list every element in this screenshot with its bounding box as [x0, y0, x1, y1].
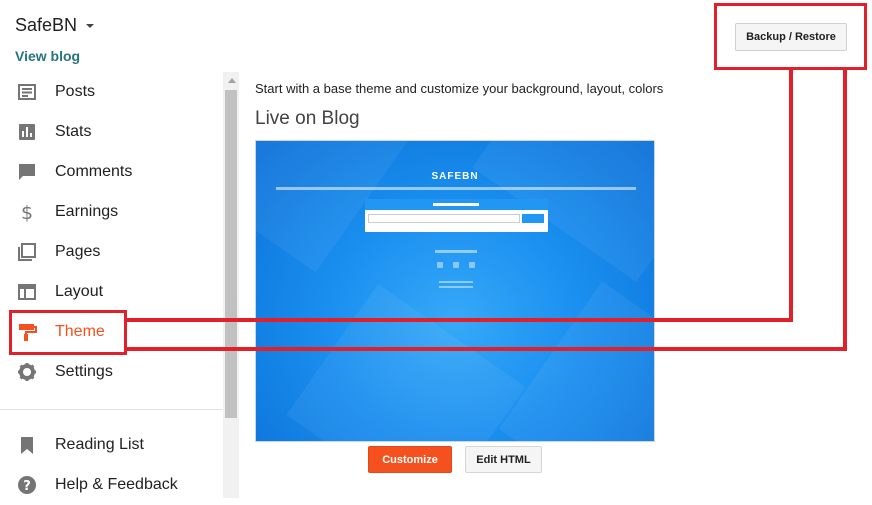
preview-share-text — [435, 250, 477, 253]
live-theme-preview[interactable]: SAFEBN — [255, 140, 655, 442]
sidebar-item-settings[interactable]: Settings — [0, 352, 223, 392]
preview-twitter-icon — [437, 262, 443, 268]
sidebar-item-label: Reading List — [55, 436, 144, 453]
sidebar-item-posts[interactable]: Posts — [0, 72, 223, 112]
live-on-blog-heading: Live on Blog — [255, 108, 360, 129]
blog-title: SafeBN — [15, 15, 78, 35]
pages-icon — [18, 243, 36, 261]
sidebar-item-label: Earnings — [55, 203, 119, 220]
preview-facebook-icon — [453, 262, 459, 268]
blog-title-dropdown[interactable]: SafeBN — [15, 15, 95, 36]
highlight-box-backup — [714, 3, 867, 70]
help-icon: ? — [18, 476, 36, 494]
preview-footer-line — [439, 281, 473, 283]
svg-text:?: ? — [23, 479, 31, 494]
gear-icon — [18, 363, 36, 381]
sidebar-item-reading-list[interactable]: Reading List — [0, 425, 223, 465]
edit-html-button[interactable]: Edit HTML — [465, 446, 542, 473]
stats-icon — [19, 124, 35, 140]
preview-footer-line — [439, 286, 473, 288]
svg-text:$: $ — [21, 202, 33, 222]
sidebar-item-layout[interactable]: Layout — [0, 272, 223, 312]
sidebar-item-pages[interactable]: Pages — [0, 232, 223, 272]
preview-site-title: SAFEBN — [431, 171, 479, 182]
sidebar-item-comments[interactable]: Comments — [0, 152, 223, 192]
sidebar: Posts Stats Comments $ Earnings Pages La… — [0, 72, 223, 498]
annotation-connector — [789, 69, 793, 322]
caret-down-icon — [86, 23, 95, 28]
theme-intro-text: Start with a base theme and customize yo… — [255, 81, 663, 96]
sidebar-item-label: Stats — [55, 123, 92, 140]
comments-icon — [19, 164, 35, 180]
preview-plus-icon — [469, 262, 475, 268]
sidebar-item-label: Pages — [55, 243, 101, 260]
sidebar-item-label: Layout — [55, 283, 104, 300]
sidebar-item-earnings[interactable]: $ Earnings — [0, 192, 223, 232]
highlight-box-theme — [9, 310, 127, 355]
annotation-connector — [126, 318, 793, 322]
customize-button[interactable]: Customize — [368, 446, 452, 473]
preview-link-box — [365, 199, 548, 232]
sidebar-item-label: Help & Feedback — [55, 476, 178, 493]
sidebar-item-label: Posts — [55, 83, 96, 100]
scrollbar-thumb[interactable] — [225, 90, 237, 418]
view-blog-link[interactable]: View blog — [15, 48, 80, 64]
sidebar-item-help[interactable]: ? Help & Feedback — [0, 465, 223, 505]
layout-icon — [18, 284, 36, 300]
posts-icon — [18, 84, 36, 100]
annotation-connector — [126, 347, 847, 351]
preview-tagline — [276, 187, 636, 190]
sidebar-divider — [0, 409, 223, 410]
dollar-icon: $ — [21, 202, 33, 222]
scroll-up-arrow-icon[interactable] — [228, 78, 236, 83]
sidebar-item-stats[interactable]: Stats — [0, 112, 223, 152]
annotation-connector — [843, 69, 847, 351]
sidebar-item-label: Comments — [55, 163, 133, 180]
bookmark-icon — [21, 437, 33, 454]
sidebar-item-label: Settings — [55, 363, 113, 380]
